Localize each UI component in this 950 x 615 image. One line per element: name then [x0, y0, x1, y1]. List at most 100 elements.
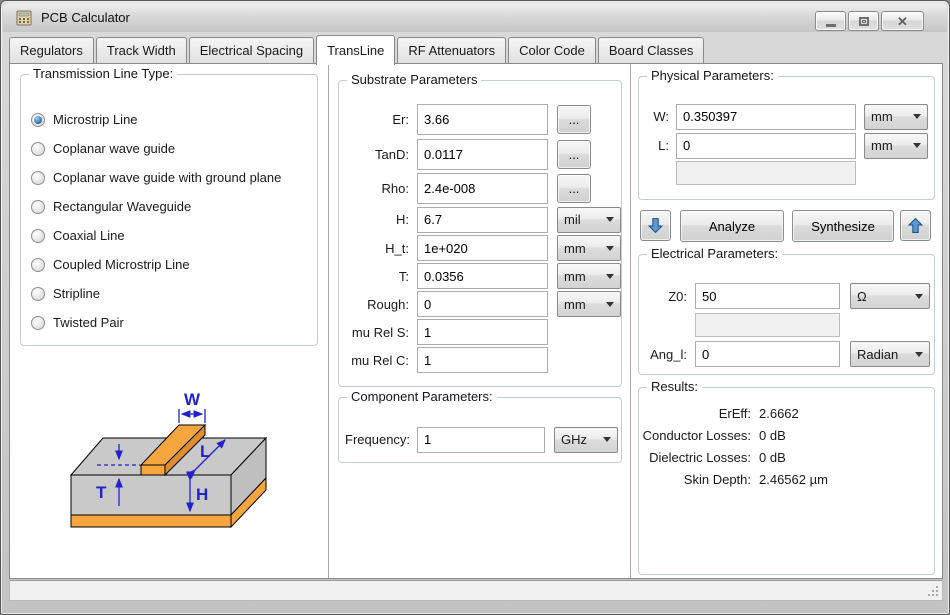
rough-label: Rough:	[339, 297, 409, 312]
resize-grip[interactable]	[926, 584, 940, 598]
tand-label: TanD:	[339, 147, 409, 162]
radio-coupled-microstrip-line[interactable]: Coupled Microstrip Line	[21, 250, 317, 279]
radio-label: Rectangular Waveguide	[53, 199, 191, 214]
result-dielectric-losses: Dielectric Losses: 0 dB	[639, 447, 934, 469]
chevron-down-icon	[606, 217, 614, 222]
result-conductor-losses: Conductor Losses:0 dB	[639, 425, 934, 447]
tand-input[interactable]	[417, 139, 548, 170]
minimize-button[interactable]	[815, 11, 846, 31]
analyze-button[interactable]: Analyze	[680, 210, 784, 242]
ht-unit-value: mm	[564, 241, 602, 256]
radio-stripline[interactable]: Stripline	[21, 279, 317, 308]
ht-label: H_t:	[339, 241, 409, 256]
er-input[interactable]	[417, 104, 548, 135]
title-bar[interactable]: PCB Calculator ✕	[3, 3, 947, 32]
frequency-unit-select[interactable]: GHz	[554, 427, 618, 453]
chevron-down-icon	[913, 114, 921, 119]
diagram-label-l: L	[200, 442, 210, 461]
close-button[interactable]: ✕	[881, 11, 924, 31]
rough-input[interactable]	[417, 291, 548, 317]
ang-l-label: Ang_l:	[639, 347, 687, 362]
tab-rf-attenuators[interactable]: RF Attenuators	[397, 37, 506, 64]
radio-button-icon	[31, 287, 45, 301]
tab-regulators[interactable]: Regulators	[9, 37, 94, 64]
radio-button-icon	[31, 316, 45, 330]
chevron-down-icon	[913, 143, 921, 148]
group-label: Substrate Parameters	[347, 72, 481, 87]
radio-label: Coplanar wave guide with ground plane	[53, 170, 281, 185]
radio-button-icon	[31, 200, 45, 214]
h-unit-select[interactable]: mil	[557, 207, 621, 233]
tab-track-width[interactable]: Track Width	[96, 37, 187, 64]
t-input[interactable]	[417, 263, 548, 289]
radio-label: Stripline	[53, 286, 100, 301]
calculator-icon	[16, 10, 32, 26]
radio-coaxial-line[interactable]: Coaxial Line	[21, 221, 317, 250]
rho-browse-button[interactable]: ...	[557, 174, 591, 203]
status-bar	[9, 580, 943, 601]
z0-aux-field	[695, 313, 840, 337]
diagram-label-h: H	[196, 485, 208, 504]
radio-coplanar-ground-plane[interactable]: Coplanar wave guide with ground plane	[21, 163, 317, 192]
ht-input[interactable]	[417, 235, 548, 261]
copy-down-button[interactable]	[640, 210, 671, 241]
z0-input[interactable]	[695, 283, 840, 309]
w-label: W:	[639, 109, 669, 124]
w-unit-select[interactable]: mm	[864, 104, 928, 130]
rough-unit-value: mm	[564, 297, 602, 312]
tab-board-classes[interactable]: Board Classes	[598, 37, 705, 64]
tab-bar: Regulators Track Width Electrical Spacin…	[9, 34, 941, 64]
component-parameters-group: Component Parameters: Frequency: GHz	[338, 397, 622, 463]
l-input[interactable]	[676, 133, 856, 159]
t-unit-select[interactable]: mm	[557, 263, 621, 289]
h-input[interactable]	[417, 207, 548, 233]
result-skin-depth: Skin Depth:2.46562 µm	[639, 469, 934, 491]
copy-up-button[interactable]	[900, 210, 931, 241]
radio-rectangular-waveguide[interactable]: Rectangular Waveguide	[21, 192, 317, 221]
rough-unit-select[interactable]: mm	[557, 291, 621, 317]
tab-transline[interactable]: TransLine	[316, 35, 395, 65]
er-browse-button[interactable]: ...	[557, 105, 591, 134]
chevron-down-icon	[603, 437, 611, 442]
t-unit-value: mm	[564, 269, 602, 284]
rho-input[interactable]	[417, 173, 548, 204]
radio-button-icon	[31, 113, 45, 127]
ang-l-unit-select[interactable]: Radian	[850, 341, 930, 367]
radio-twisted-pair[interactable]: Twisted Pair	[21, 308, 317, 337]
tand-browse-button[interactable]: ...	[557, 140, 591, 169]
radio-button-icon	[31, 171, 45, 185]
er-label: Er:	[339, 112, 409, 127]
transmission-line-type-group: Transmission Line Type: Microstrip Line …	[20, 74, 318, 346]
radio-coplanar-wave-guide[interactable]: Coplanar wave guide	[21, 134, 317, 163]
group-label: Physical Parameters:	[647, 68, 778, 83]
chevron-down-icon	[915, 352, 923, 357]
minimize-icon	[826, 24, 836, 27]
microstrip-diagram-image: W L T H	[62, 374, 292, 544]
ang-l-unit-value: Radian	[857, 347, 911, 362]
mu-rel-s-input[interactable]	[417, 319, 548, 345]
tab-electrical-spacing[interactable]: Electrical Spacing	[189, 37, 314, 64]
frequency-input[interactable]	[417, 427, 545, 453]
mu-rel-c-input[interactable]	[417, 347, 548, 373]
panel-divider-right	[630, 64, 631, 578]
ang-l-input[interactable]	[695, 341, 840, 367]
w-unit-value: mm	[871, 109, 909, 124]
ht-unit-select[interactable]: mm	[557, 235, 621, 261]
results-group: Results: ErEff:2.6662 Conductor Losses:0…	[638, 387, 935, 575]
result-label: Dielectric Losses:	[639, 447, 751, 469]
tab-color-code[interactable]: Color Code	[508, 37, 596, 64]
h-unit-value: mil	[564, 212, 602, 227]
radio-label: Twisted Pair	[53, 315, 124, 330]
maximize-icon	[859, 17, 869, 26]
w-input[interactable]	[676, 104, 856, 130]
result-value: 0 dB	[759, 447, 786, 469]
radio-button-icon	[31, 142, 45, 156]
frequency-label: Frequency:	[345, 432, 417, 447]
l-unit-select[interactable]: mm	[864, 133, 928, 159]
maximize-button[interactable]	[848, 11, 879, 31]
group-label: Transmission Line Type:	[29, 66, 177, 81]
arrow-up-icon	[907, 217, 924, 234]
radio-microstrip-line[interactable]: Microstrip Line	[21, 105, 317, 134]
z0-unit-select[interactable]: Ω	[850, 283, 930, 309]
synthesize-button[interactable]: Synthesize	[792, 210, 894, 242]
